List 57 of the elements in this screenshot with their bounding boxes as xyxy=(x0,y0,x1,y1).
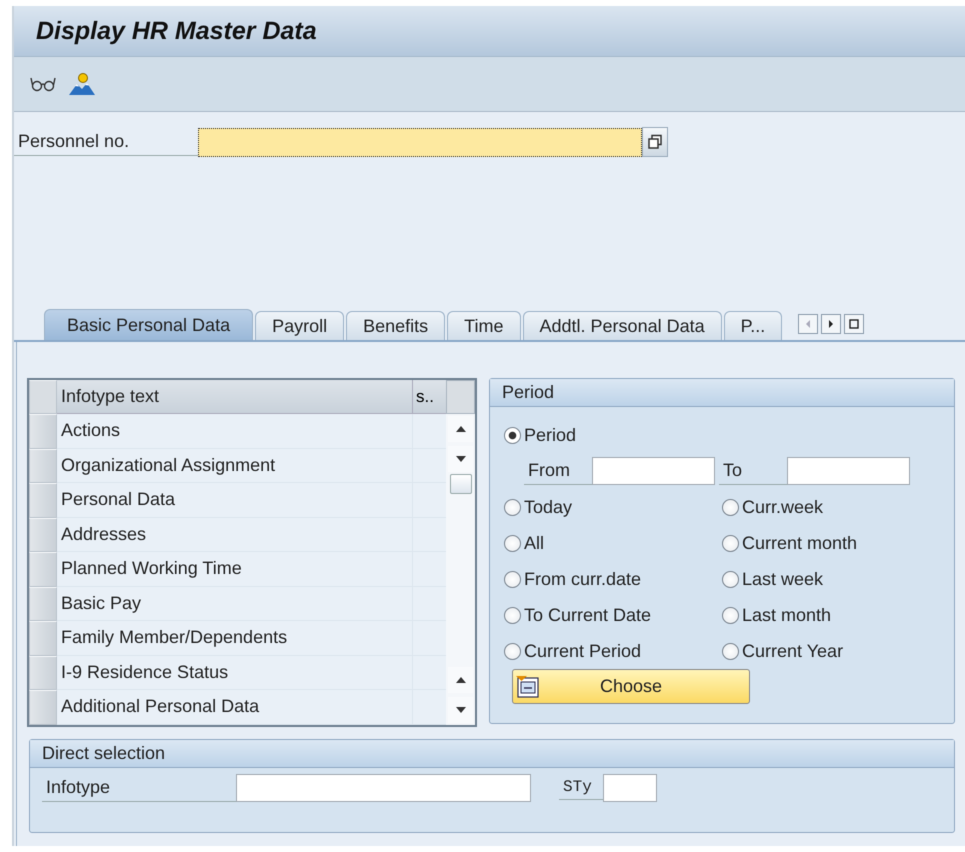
radio-option[interactable]: All xyxy=(504,525,722,561)
from-date-field[interactable] xyxy=(592,457,715,485)
tab[interactable]: Payroll xyxy=(255,311,344,340)
radio-option[interactable]: Today xyxy=(504,489,722,525)
table-cell: Addresses xyxy=(57,518,412,552)
group-title: Direct selection xyxy=(30,740,954,768)
row-selector[interactable] xyxy=(29,621,57,656)
tab[interactable]: Basic Personal Data xyxy=(44,309,254,340)
table-cell: Family Member/Dependents xyxy=(57,621,412,656)
row-selector[interactable] xyxy=(29,656,57,690)
table-cell: Organizational Assignment xyxy=(57,448,412,483)
radio-option[interactable]: Curr.week xyxy=(722,489,940,525)
subtype-field[interactable] xyxy=(603,774,657,802)
infotype-field[interactable] xyxy=(236,774,531,802)
scroll-down-icon[interactable] xyxy=(448,446,473,472)
row-selector[interactable] xyxy=(29,448,57,483)
value-help-icon[interactable] xyxy=(642,127,668,157)
row-selector[interactable] xyxy=(29,690,57,724)
radio-option[interactable]: Current Year xyxy=(722,633,940,669)
table-cell: Personal Data xyxy=(57,483,412,518)
scroll-right-icon[interactable] xyxy=(821,314,842,334)
table-cell: Basic Pay xyxy=(57,586,412,621)
row-selector[interactable] xyxy=(29,518,57,552)
radio-option[interactable]: From curr.date xyxy=(504,561,722,597)
choose-button[interactable]: Choose xyxy=(512,669,750,704)
radio-option[interactable]: Current month xyxy=(722,525,940,561)
column-header[interactable]: s.. xyxy=(412,380,446,414)
group-title: Period xyxy=(490,379,954,407)
row-selector[interactable] xyxy=(29,552,57,586)
scroll-up-icon[interactable] xyxy=(448,666,473,692)
tab-list-icon[interactable] xyxy=(844,314,864,334)
row-selector[interactable] xyxy=(29,414,57,448)
personnel-number-field[interactable] xyxy=(198,128,642,156)
table-cell: Planned Working Time xyxy=(57,552,412,586)
row-selector[interactable] xyxy=(29,483,57,518)
scroll-down-icon[interactable] xyxy=(448,696,473,722)
radio-option[interactable]: Current Period xyxy=(504,633,722,669)
table-cell: Actions xyxy=(57,414,412,448)
row-selector[interactable] xyxy=(29,586,57,621)
radio-option[interactable]: Period xyxy=(504,417,940,453)
tab[interactable]: P... xyxy=(724,311,782,340)
to-date-field[interactable] xyxy=(787,457,910,485)
tab[interactable]: Time xyxy=(447,311,521,340)
tab[interactable]: Benefits xyxy=(346,311,446,340)
radio-option[interactable]: Last month xyxy=(722,597,940,633)
tab[interactable]: Addtl. Personal Data xyxy=(522,311,722,340)
person-landscape-icon[interactable] xyxy=(66,70,98,98)
select-all-button[interactable] xyxy=(29,380,57,414)
scroll-up-icon[interactable] xyxy=(448,416,473,442)
radio-option[interactable]: Last week xyxy=(722,561,940,597)
column-header[interactable]: Infotype text xyxy=(57,380,412,414)
scroll-thumb[interactable] xyxy=(450,474,472,494)
window-title: Display HR Master Data xyxy=(36,16,317,46)
radio-option[interactable]: To Current Date xyxy=(504,597,722,633)
table-cell: Additional Personal Data xyxy=(57,690,412,724)
list-icon xyxy=(515,674,541,698)
table-cell: I-9 Residence Status xyxy=(57,656,412,690)
